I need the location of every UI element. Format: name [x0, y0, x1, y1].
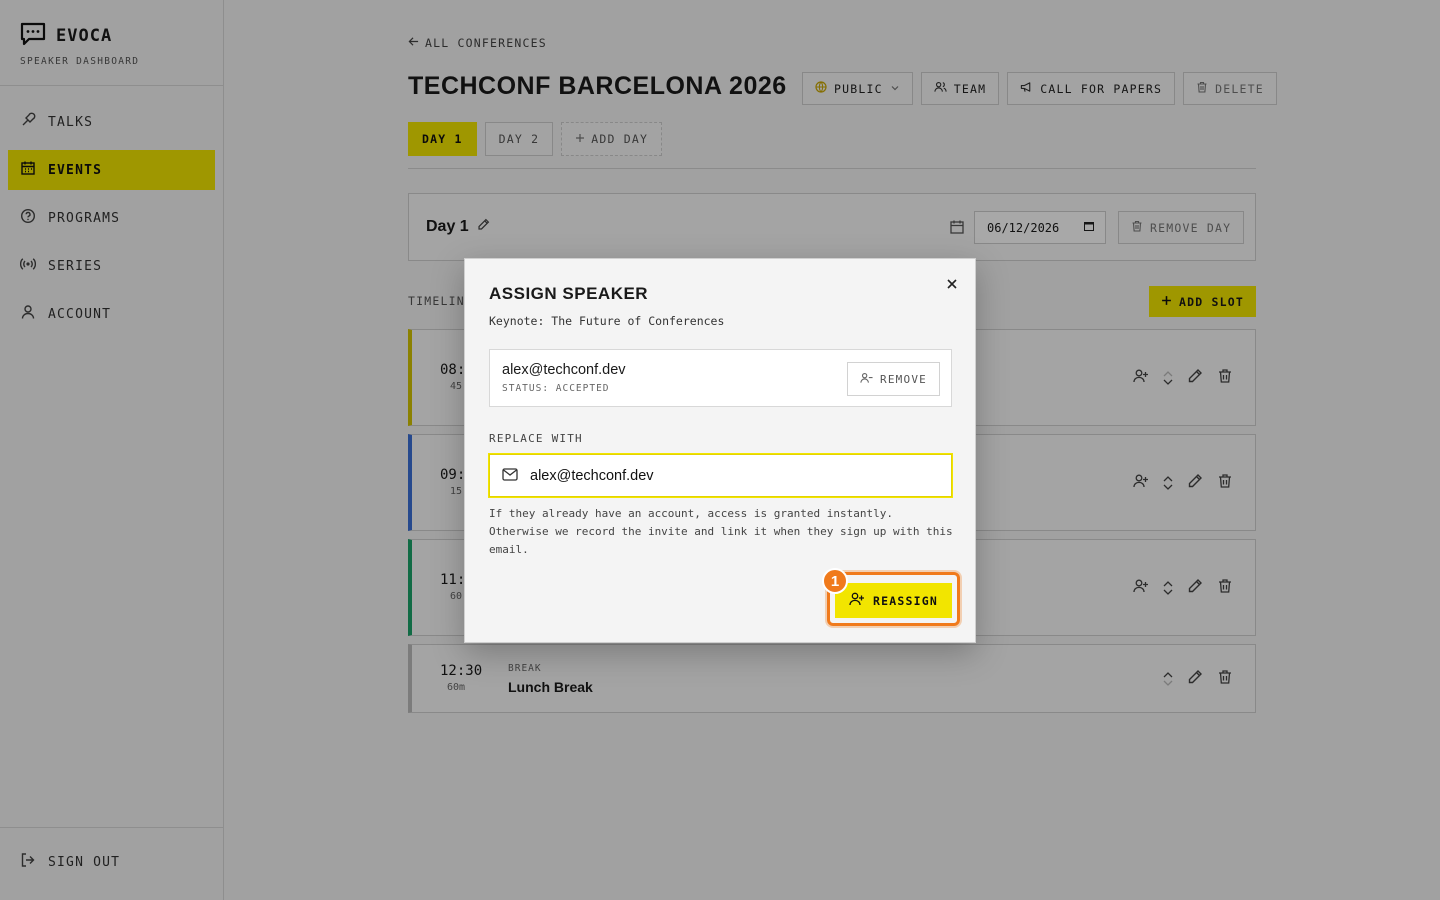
- user-minus-icon: [860, 372, 873, 387]
- modal-title: ASSIGN SPEAKER: [489, 284, 649, 303]
- step-badge: 1: [822, 568, 848, 594]
- current-speaker-email: alex@techconf.dev: [502, 362, 626, 378]
- reassign-label: REASSIGN: [873, 593, 938, 608]
- close-icon: [947, 279, 957, 289]
- help-text: If they already have an account, access …: [489, 507, 953, 556]
- modal-subtitle: Keynote: The Future of Conferences: [489, 314, 725, 328]
- replace-label: REPLACE WITH: [489, 432, 583, 445]
- remove-label: REMOVE: [880, 372, 927, 386]
- user-plus-icon: [849, 592, 865, 609]
- status-badge: STATUS: ACCEPTED: [502, 383, 610, 394]
- assign-speaker-modal: ASSIGN SPEAKER Keynote: The Future of Co…: [464, 258, 976, 643]
- close-button[interactable]: [944, 276, 960, 292]
- remove-speaker-button[interactable]: REMOVE: [847, 362, 940, 396]
- current-speaker-card: alex@techconf.dev STATUS: ACCEPTED REMOV…: [489, 349, 952, 407]
- mail-icon: [502, 466, 518, 485]
- replace-email-input[interactable]: [530, 467, 951, 484]
- reassign-button[interactable]: REASSIGN: [835, 583, 952, 618]
- replace-email-field[interactable]: [489, 454, 952, 497]
